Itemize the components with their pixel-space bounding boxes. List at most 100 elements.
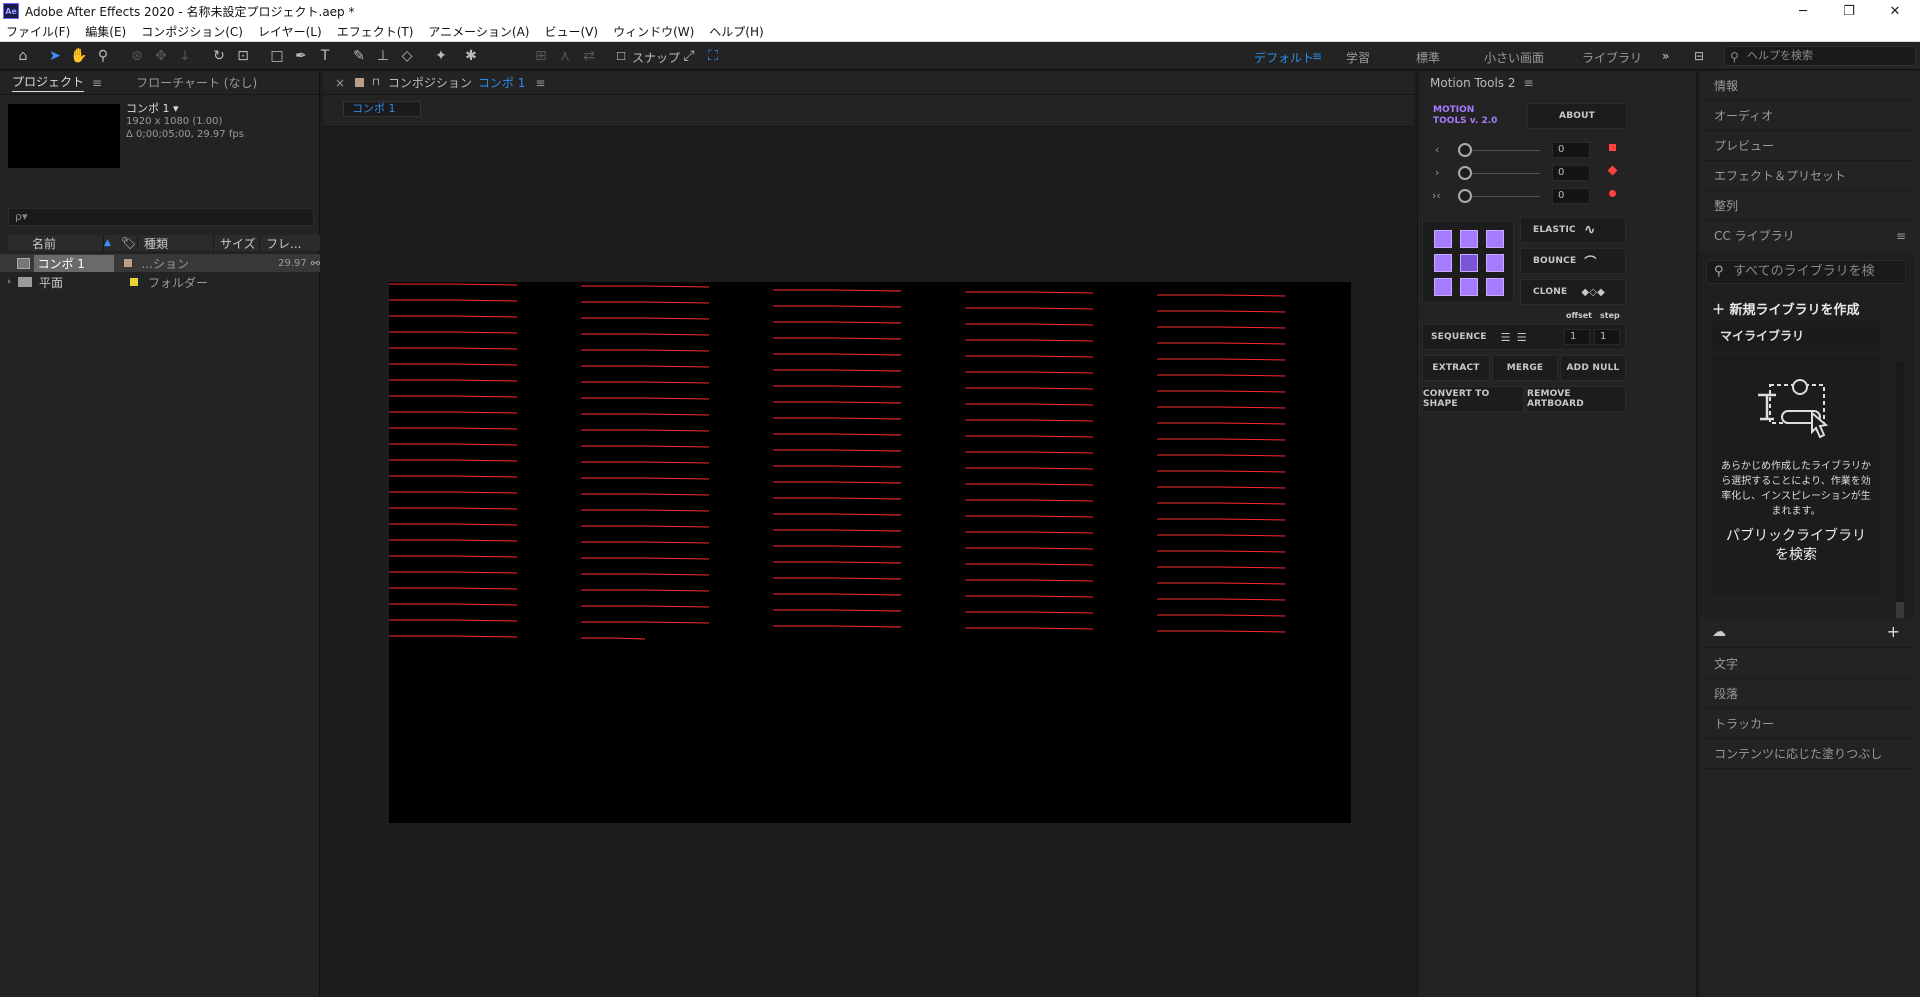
tab-project[interactable]: プロジェクト [12, 73, 85, 92]
snap-edges-icon[interactable]: ⤢ [680, 47, 698, 65]
anchor-middle-right[interactable] [1486, 254, 1504, 272]
anchor-top-center[interactable] [1460, 230, 1478, 248]
ease-in-slider-track[interactable] [1466, 150, 1540, 151]
view-axis-icon[interactable]: ⇄ [580, 47, 598, 65]
public-library-search-link[interactable]: パブリックライブラリを検索 [1726, 527, 1866, 565]
workspace-overflow-icon[interactable]: » [1662, 49, 1669, 63]
ease-out-slider-track[interactable] [1466, 173, 1540, 174]
ease-in-value[interactable]: 0 [1552, 142, 1590, 158]
anchor-middle-left[interactable] [1434, 254, 1452, 272]
flowchart-icon[interactable]: ⚯ [311, 257, 320, 270]
clone-stamp-tool-icon[interactable]: ⊥ [374, 47, 392, 65]
help-search-input[interactable]: ⚲ ヘルプを検索 [1724, 46, 1916, 66]
panel-info[interactable]: 情報 [1700, 71, 1914, 101]
add-icon[interactable]: + [1887, 622, 1900, 641]
workspace-menu-icon[interactable]: ≡ [1312, 49, 1322, 63]
keyframe-square-icon[interactable] [1609, 144, 1616, 151]
anchor-top-right[interactable] [1486, 230, 1504, 248]
cc-menu-icon[interactable]: ≡ [1896, 221, 1906, 251]
project-row-folder[interactable]: › 平面 フォルダー [0, 273, 320, 291]
ease-both-value[interactable]: 0 [1552, 188, 1590, 204]
step-input[interactable]: 1 [1594, 329, 1620, 345]
about-button[interactable]: ABOUT [1527, 103, 1627, 129]
project-row-name[interactable]: コンポ 1 [34, 254, 115, 272]
panel-preview[interactable]: プレビュー [1700, 131, 1914, 161]
workspace-standard[interactable]: 標準 [1416, 49, 1440, 66]
panel-tracker[interactable]: トラッカー [1700, 709, 1914, 739]
label-color-swatch[interactable] [130, 278, 138, 286]
ease-in-slider-knob[interactable] [1458, 143, 1472, 157]
workspace-small-screen[interactable]: 小さい画面 [1484, 49, 1544, 66]
orbit-tool-icon[interactable]: ⊛ [128, 47, 146, 65]
extract-button[interactable]: EXTRACT [1422, 355, 1490, 381]
menu-layer[interactable]: レイヤー(L) [258, 23, 322, 40]
panel-character[interactable]: 文字 [1700, 649, 1914, 679]
convert-to-shape-button[interactable]: CONVERT TO SHAPE [1422, 386, 1524, 412]
panel-align[interactable]: 整列 [1700, 191, 1914, 221]
workspace-learn[interactable]: 学習 [1346, 49, 1370, 66]
zoom-tool-icon[interactable]: ⚲ [94, 47, 112, 65]
rectangle-tool-icon[interactable]: □ [268, 47, 286, 65]
elastic-button[interactable]: ELASTIC ∿ [1520, 217, 1626, 243]
text-tool-icon[interactable]: T [316, 47, 334, 65]
keyframe-diamond-icon[interactable] [1607, 165, 1618, 176]
pan-tool-icon[interactable]: ✥ [152, 47, 170, 65]
comp-tab-prefix[interactable]: コンポジション [388, 74, 472, 91]
lock-icon[interactable]: ⊓ [372, 77, 380, 88]
anchor-tool-icon[interactable]: ⊡ [234, 47, 252, 65]
ease-both-slider-knob[interactable] [1458, 189, 1472, 203]
dolly-tool-icon[interactable]: ↓ [176, 47, 194, 65]
new-library-button[interactable]: ＋ 新規ライブラリを作成 [1712, 299, 1860, 318]
menu-effect[interactable]: エフェクト(T) [337, 23, 414, 40]
menu-file[interactable]: ファイル(F) [6, 23, 70, 40]
motion-tools-title[interactable]: Motion Tools 2 [1430, 76, 1516, 90]
world-axis-icon[interactable]: ⋏ [556, 47, 574, 65]
menu-window[interactable]: ウィンドウ(W) [613, 23, 694, 40]
column-name[interactable]: 名前 [24, 234, 104, 252]
panel-paragraph[interactable]: 段落 [1700, 679, 1914, 709]
anchor-top-left[interactable] [1434, 230, 1452, 248]
label-tag-icon[interactable]: 🏷 [120, 236, 138, 250]
brush-tool-icon[interactable]: ✎ [350, 47, 368, 65]
selection-tool-icon[interactable]: ➤ [46, 47, 64, 65]
column-size[interactable]: サイズ [214, 234, 260, 252]
project-menu-icon[interactable]: ≡ [92, 76, 102, 90]
project-row-comp[interactable]: コンポ 1 ...ション 29.97 ⚯ [0, 254, 320, 272]
snap-checkbox-icon[interactable]: ☐ [612, 47, 630, 65]
workspace-libraries[interactable]: ライブラリ [1582, 49, 1642, 66]
ease-both-slider-track[interactable] [1466, 196, 1540, 197]
clone-button[interactable]: CLONE ◆◇◆ [1520, 279, 1626, 305]
keyframe-circle-icon[interactable] [1609, 190, 1616, 197]
comp-breadcrumb[interactable]: コンポ 1 [343, 101, 421, 117]
menu-animation[interactable]: アニメーション(A) [428, 23, 529, 40]
ease-out-slider-knob[interactable] [1458, 166, 1472, 180]
cloud-icon[interactable]: ☁ [1712, 624, 1726, 640]
panel-effects-presets[interactable]: エフェクト＆プリセット [1700, 161, 1914, 191]
anchor-bottom-left[interactable] [1434, 278, 1452, 296]
roto-brush-tool-icon[interactable]: ✦ [432, 47, 450, 65]
menu-edit[interactable]: 編集(E) [85, 23, 126, 40]
minimize-button[interactable]: ─ [1780, 0, 1826, 22]
snap-features-icon[interactable]: ⛶ [704, 47, 722, 65]
project-row-name[interactable]: 平面 [36, 274, 120, 291]
eraser-tool-icon[interactable]: ◇ [398, 47, 416, 65]
sort-ascending-icon[interactable]: ▲ [104, 238, 120, 248]
anchor-bottom-center[interactable] [1460, 278, 1478, 296]
column-framerate[interactable]: フレ... [260, 235, 310, 252]
my-library-item[interactable]: マイライブラリ [1712, 321, 1880, 351]
puppet-tool-icon[interactable]: ✱ [462, 47, 480, 65]
offset-input[interactable]: 1 [1564, 329, 1590, 345]
project-item-name[interactable]: コンポ 1 ▾ [126, 102, 244, 115]
sequence-forward-icon[interactable]: ☰ [1501, 331, 1511, 344]
composition-canvas[interactable] [389, 282, 1351, 823]
restore-button[interactable]: ❐ [1826, 0, 1872, 22]
column-type[interactable]: 種類 [138, 234, 214, 252]
scrollbar-track[interactable] [1896, 362, 1904, 622]
sequence-reverse-icon[interactable]: ☰ [1517, 331, 1527, 344]
expand-chevron-icon[interactable]: › [0, 277, 18, 287]
label-color-swatch[interactable] [123, 259, 132, 267]
menu-composition[interactable]: コンポジション(C) [141, 23, 243, 40]
motion-tools-menu-icon[interactable]: ≡ [1524, 76, 1534, 90]
add-null-button[interactable]: ADD NULL [1560, 355, 1626, 381]
hand-tool-icon[interactable]: ✋ [70, 47, 88, 65]
